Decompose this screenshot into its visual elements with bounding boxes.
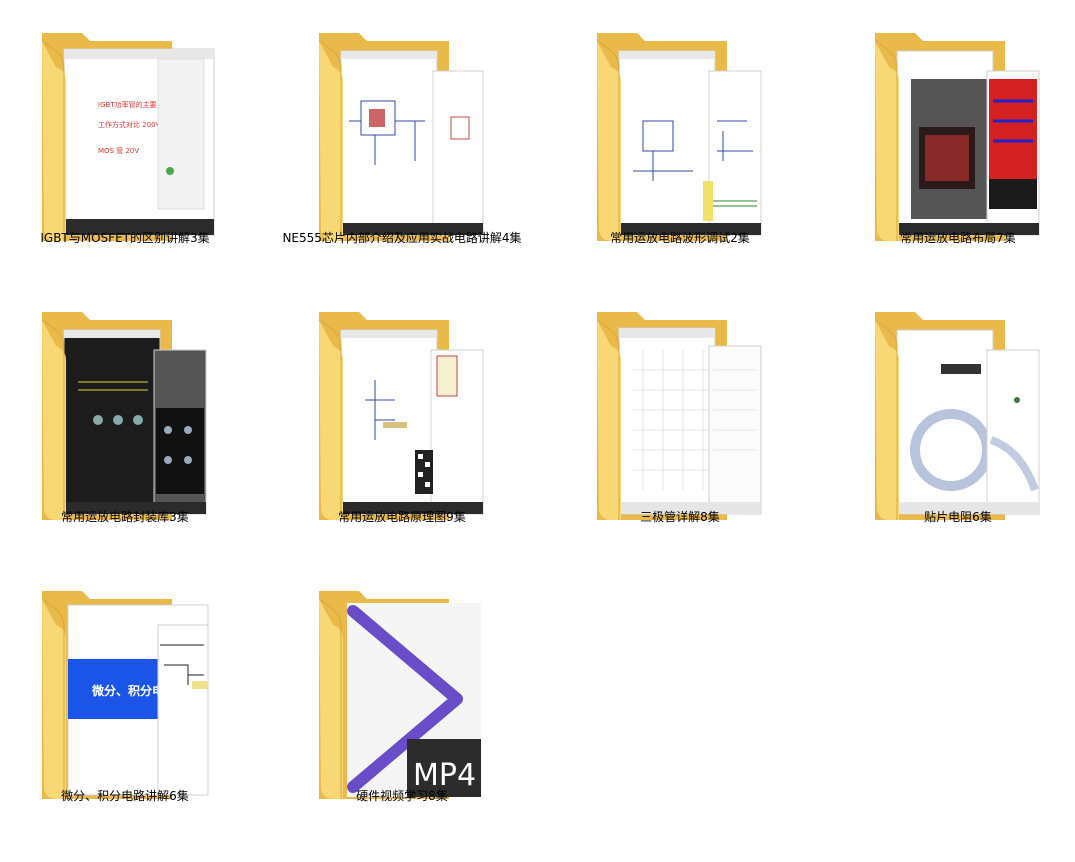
folder-icon: 微分、积分电路的 [41, 591, 209, 799]
folder-label: 微分、积分电路讲解6集 [61, 789, 189, 803]
folder-item[interactable]: 微分、积分电路的 微分、积分电路讲解6集 [0, 558, 250, 808]
folder-icon [41, 312, 207, 520]
folder-label: NE555芯片内部介绍及应用实战电路讲解4集 [282, 231, 522, 245]
folder-label: 常用运放电路封装库3集 [61, 510, 189, 524]
folder-label: IGBT与MOSFET的区别讲解3集 [40, 231, 210, 245]
folder-icon [318, 33, 484, 241]
folder-label: 贴片电阻6集 [924, 510, 992, 524]
folder-icon [596, 33, 762, 241]
folder-label: 常用运放电路波形调试2集 [610, 231, 750, 245]
folder-label: 常用运放电路原理图9集 [338, 510, 466, 524]
folder-grid: IGBT功率管的主要 工作方式对比 200V MOS 管 20V IGBT与MO… [0, 0, 1075, 862]
folder-icon [874, 312, 1040, 520]
folder-item[interactable]: 常用运放电路封装库3集 [0, 279, 250, 529]
svg-text:MOS 管 20V: MOS 管 20V [98, 146, 139, 155]
folder-icon: MP4 [318, 591, 481, 799]
folder-icon [874, 33, 1040, 241]
folder-item[interactable]: MP4 硬件视频学习8集 [277, 558, 527, 808]
folder-label: 三极管详解8集 [640, 510, 720, 524]
folder-item[interactable]: 三极管详解8集 [555, 279, 805, 529]
folder-icon: IGBT功率管的主要 工作方式对比 200V MOS 管 20V [41, 33, 215, 241]
folder-item[interactable]: 常用运放电路布局7集 [833, 0, 1075, 250]
folder-icon [318, 312, 484, 520]
folder-item[interactable]: 常用运放电路原理图9集 [277, 279, 527, 529]
svg-text:IGBT功率管的主要: IGBT功率管的主要 [98, 100, 157, 109]
folder-icon [596, 312, 762, 520]
folder-item[interactable]: 常用运放电路波形调试2集 [555, 0, 805, 250]
folder-item[interactable]: IGBT功率管的主要 工作方式对比 200V MOS 管 20V IGBT与MO… [0, 0, 250, 250]
folder-label: 硬件视频学习8集 [356, 789, 448, 803]
folder-item[interactable]: NE555芯片内部介绍及应用实战电路讲解4集 [277, 0, 527, 250]
folder-label: 常用运放电路布局7集 [900, 231, 1016, 245]
folder-item[interactable]: 贴片电阻6集 [833, 279, 1075, 529]
svg-text:工作方式对比 200V: 工作方式对比 200V [98, 120, 161, 129]
